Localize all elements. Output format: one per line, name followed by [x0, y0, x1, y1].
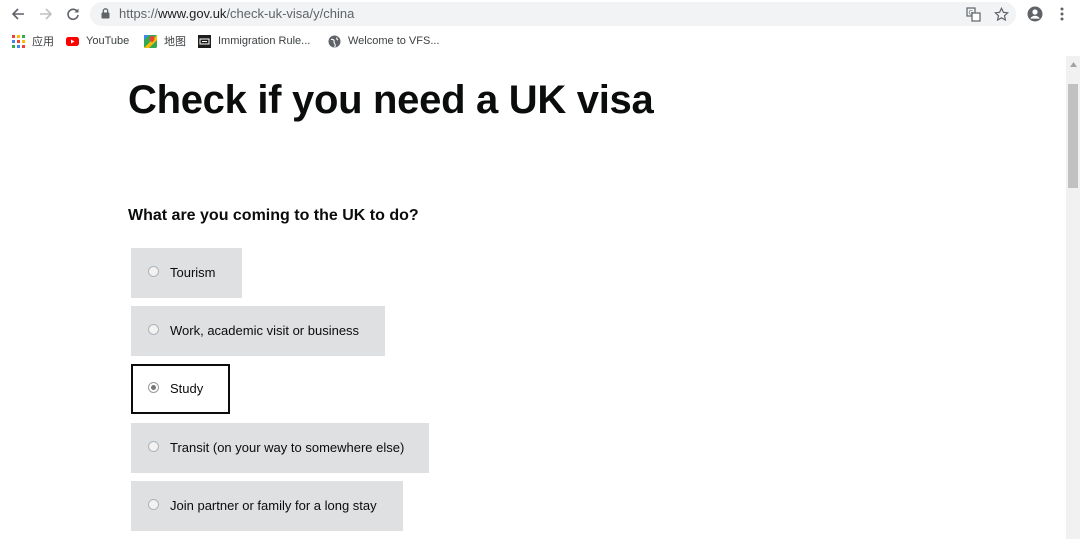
youtube-icon: [66, 36, 79, 46]
svg-text:G: G: [968, 9, 973, 16]
url-scheme: https://: [119, 6, 159, 21]
triangle-up-icon: [1069, 61, 1077, 67]
option-label: Work, academic visit or business: [170, 323, 360, 338]
radio-button-selected[interactable]: [148, 382, 159, 393]
apps-grid-icon: [12, 34, 25, 48]
option-label: Join partner or family for a long stay: [170, 498, 377, 513]
translate-icon: G: [965, 6, 981, 22]
radio-button[interactable]: [148, 441, 159, 452]
site-icon: [198, 34, 211, 48]
scrollbar-thumb[interactable]: [1068, 84, 1078, 188]
url-path: /check-uk-visa/y/china: [226, 6, 355, 21]
bookmarks-bar: 应用 YouTube 地图 Immigration Rule... Welcom…: [0, 30, 1080, 52]
more-vertical-icon: [1060, 7, 1064, 21]
bookmark-label: Immigration Rule...: [218, 35, 311, 47]
option-transit[interactable]: Transit (on your way to somewhere else): [131, 423, 429, 473]
bookmark-apps[interactable]: 应用: [12, 33, 54, 49]
address-bar[interactable]: https://www.gov.uk/check-uk-visa/y/china…: [90, 2, 1016, 26]
arrow-right-icon: [40, 8, 53, 20]
lock-icon: [101, 8, 110, 19]
arrow-left-icon: [11, 8, 24, 20]
url-text: https://www.gov.uk/check-uk-visa/y/china: [119, 2, 354, 26]
translate-button[interactable]: G: [964, 5, 982, 23]
page-title: Check if you need a UK visa: [128, 78, 654, 122]
globe-icon: [328, 35, 341, 47]
option-label: Transit (on your way to somewhere else): [170, 440, 405, 455]
radio-button[interactable]: [148, 499, 159, 510]
reload-button[interactable]: [62, 3, 84, 25]
option-label: Tourism: [170, 265, 216, 280]
profile-button[interactable]: [1024, 3, 1046, 25]
bookmark-label: YouTube: [86, 35, 130, 47]
option-tourism[interactable]: Tourism: [131, 248, 242, 298]
bookmark-label: Welcome to VFS...: [348, 35, 440, 47]
menu-button[interactable]: [1051, 3, 1073, 25]
bookmark-label: 应用: [32, 36, 54, 48]
account-icon: [1027, 6, 1043, 22]
option-join-partner-family[interactable]: Join partner or family for a long stay: [131, 481, 403, 531]
bookmark-maps[interactable]: 地图: [144, 33, 186, 49]
maps-icon: [144, 34, 157, 48]
bookmark-immigration-rules[interactable]: Immigration Rule...: [198, 33, 310, 49]
option-work-academic-business[interactable]: Work, academic visit or business: [131, 306, 385, 356]
radio-button[interactable]: [148, 266, 159, 277]
browser-toolbar: https://www.gov.uk/check-uk-visa/y/china…: [0, 0, 1080, 28]
option-label: Study: [170, 381, 204, 396]
option-study[interactable]: Study: [131, 364, 230, 414]
reload-icon: [67, 8, 79, 21]
question-heading: What are you coming to the UK to do?: [128, 207, 419, 224]
page-scrollbar[interactable]: [1066, 56, 1080, 539]
bookmark-star-button[interactable]: [992, 5, 1010, 23]
url-host: www.gov.uk: [158, 6, 227, 21]
scroll-up-button[interactable]: [1066, 58, 1080, 70]
bookmark-youtube[interactable]: YouTube: [66, 33, 129, 49]
radio-button[interactable]: [148, 324, 159, 335]
bookmark-label: 地图: [164, 36, 186, 48]
forward-button[interactable]: [35, 3, 57, 25]
back-button[interactable]: [7, 3, 29, 25]
bookmark-vfs[interactable]: Welcome to VFS...: [328, 33, 440, 49]
star-icon: [993, 6, 1009, 21]
